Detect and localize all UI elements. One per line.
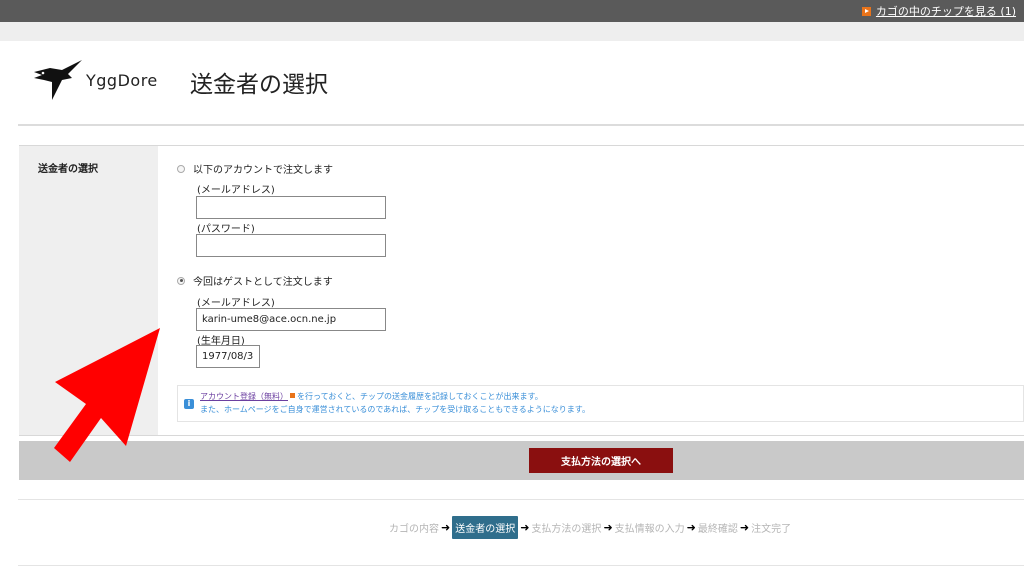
right-arrow-icon: ➜ xyxy=(603,521,613,534)
step-payment-info: 支払情報の入力 xyxy=(614,524,685,535)
info-box: i アカウント登録（無料） を行っておくと、チップの送金履歴を記録しておくことが出… xyxy=(177,385,1024,422)
logo[interactable]: YggDore xyxy=(32,58,158,102)
next-payment-method-button[interactable]: 支払方法の選択へ xyxy=(529,448,673,473)
guest-email-label: (メールアドレス) xyxy=(197,298,275,309)
external-link-icon xyxy=(290,392,295,398)
account-email-label: (メールアドレス) xyxy=(197,185,275,196)
step-confirm: 最終確認 xyxy=(697,524,738,535)
info-line-1: アカウント登録（無料） を行っておくと、チップの送金履歴を記録しておくことが出来ま… xyxy=(200,391,543,402)
password-input[interactable] xyxy=(196,234,386,257)
step-cart: カゴの内容 xyxy=(389,524,439,535)
sender-form: 送金者の選択 以下のアカウントで注文します (メールアドレス) (パスワード) … xyxy=(19,145,1024,436)
divider xyxy=(18,565,1024,566)
cart-link-label[interactable]: カゴの中のチップを見る (1) xyxy=(876,3,1016,19)
step-sender-active: 送金者の選択 xyxy=(452,516,519,539)
right-arrow-icon: ➜ xyxy=(686,521,696,534)
password-label: (パスワード) xyxy=(197,224,255,235)
account-register-link[interactable]: アカウント登録（無料） xyxy=(200,392,288,401)
step-payment-method: 支払方法の選択 xyxy=(531,524,602,535)
radio-account-option[interactable]: 以下のアカウントで注文します xyxy=(177,161,333,176)
page-title: 送金者の選択 xyxy=(190,72,328,98)
divider xyxy=(18,124,1024,126)
guest-email-input[interactable] xyxy=(196,308,386,331)
right-arrow-icon: ➜ xyxy=(520,521,530,534)
radio-account-label[interactable]: 以下のアカウントで注文します xyxy=(193,161,333,176)
progress-steps: カゴの内容 ➜ 送金者の選択 ➜ 支払方法の選択 ➜ 支払情報の入力 ➜ 最終確… xyxy=(389,516,791,539)
top-bar: カゴの中のチップを見る (1) xyxy=(0,0,1024,22)
account-email-input[interactable] xyxy=(196,196,386,219)
submit-band: 支払方法の選択へ xyxy=(19,441,1024,480)
info-icon: i xyxy=(184,399,194,409)
birthdate-input[interactable] xyxy=(196,345,260,368)
bird-logo-icon xyxy=(34,60,82,100)
header-spacer xyxy=(0,22,1024,41)
cart-link[interactable]: カゴの中のチップを見る (1) xyxy=(861,3,1016,19)
form-label-column: 送金者の選択 xyxy=(19,146,158,435)
radio-guest[interactable] xyxy=(177,276,185,285)
header: YggDore 送金者の選択 xyxy=(0,41,1024,125)
section-label: 送金者の選択 xyxy=(38,164,98,175)
right-arrow-icon: ➜ xyxy=(739,521,750,534)
step-complete: 注文完了 xyxy=(751,524,792,535)
info-line-2: また、ホームページをご自身で運営されているのであれば、チップを受け取ることもでき… xyxy=(200,405,590,414)
radio-account[interactable] xyxy=(177,164,185,173)
radio-guest-label[interactable]: 今回はゲストとして注文します xyxy=(193,273,333,288)
divider xyxy=(18,499,1024,500)
radio-guest-option[interactable]: 今回はゲストとして注文します xyxy=(177,273,333,288)
logo-text: YggDore xyxy=(86,70,158,90)
play-square-icon xyxy=(861,6,871,16)
info-line-1-text: を行っておくと、チップの送金履歴を記録しておくことが出来ます。 xyxy=(297,392,543,401)
right-arrow-icon: ➜ xyxy=(441,521,451,534)
